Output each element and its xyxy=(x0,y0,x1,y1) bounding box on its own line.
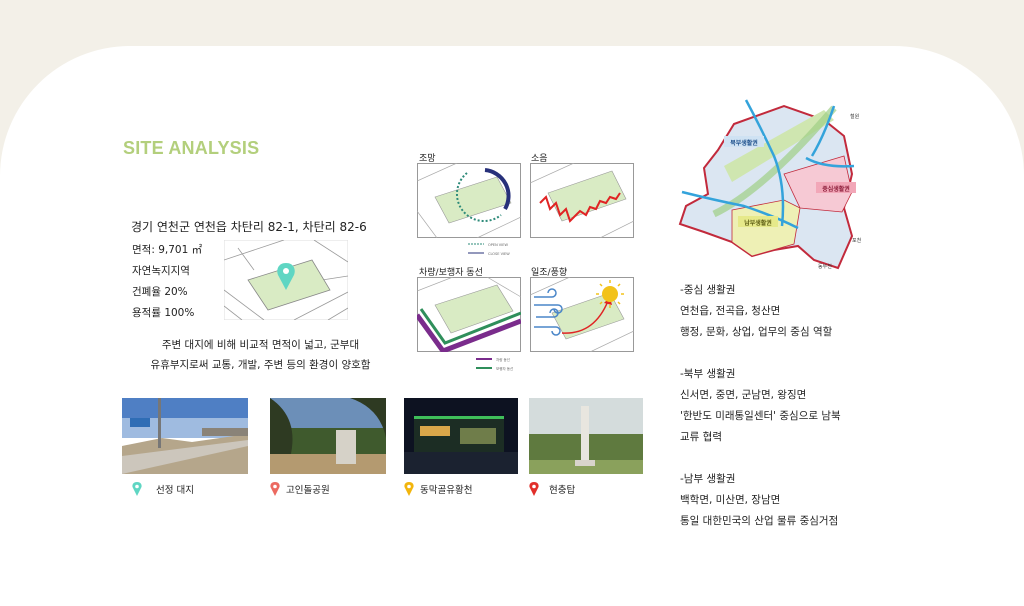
svg-text:남부생활권: 남부생활권 xyxy=(744,219,772,227)
place-label: 현충탑 xyxy=(549,485,576,496)
map-pin-icon xyxy=(270,482,280,496)
zone-north-line: 신서면, 중면, 군남면, 왕징면 xyxy=(680,389,807,401)
fact-coverage: 건폐율 20% xyxy=(132,286,188,298)
map-pin-icon xyxy=(404,482,414,496)
zone-center-line: 연천읍, 전곡읍, 청산면 xyxy=(680,305,781,317)
place-legend-dolmen: 고인돌공원 xyxy=(270,482,330,496)
place-legend-hotspring: 동막골유황천 xyxy=(404,482,472,496)
memorial-tower-photo xyxy=(529,398,643,474)
region-label-center: 중심생활권 xyxy=(816,182,856,193)
view-legend-close: CLOSE VIEW xyxy=(488,252,510,256)
traffic-diagram xyxy=(417,277,521,352)
site-photo xyxy=(122,398,248,474)
zone-south-line: 통일 대한민국의 산업 물류 중심거점 xyxy=(680,515,839,527)
place-label: 고인돌공원 xyxy=(286,485,330,496)
fact-zoning: 자연녹지지역 xyxy=(132,265,190,277)
site-location-map xyxy=(224,240,348,320)
zone-north-line: '한반도 미래통일센터' 중심으로 남북 xyxy=(680,410,841,422)
regional-map: 북부생활권 중심생활권 남부생활권 철원 포천 동두천 xyxy=(678,99,862,270)
site-facts: 면적: 9,701 ㎡ 자연녹지지역 건폐율 20% 용적률 100% xyxy=(132,240,202,324)
map-pin-icon xyxy=(529,482,539,496)
dolmen-park-photo xyxy=(270,398,386,474)
region-label-cheorwon: 철원 xyxy=(850,113,860,120)
site-description: 주변 대지에 비해 비교적 면적이 넓고, 군부대 유휴부지로써 교통, 개발,… xyxy=(128,335,393,375)
svg-text:중심생활권: 중심생활권 xyxy=(822,185,850,193)
svg-text:북부생활권: 북부생활권 xyxy=(730,139,758,147)
region-label-south: 남부생활권 xyxy=(738,216,778,227)
view-diagram xyxy=(417,163,521,238)
zone-north-title: -북부 생활권 xyxy=(680,368,736,380)
site-address: 경기 연천군 연천읍 차탄리 82-1, 차탄리 82-6 xyxy=(131,220,367,234)
page-title: SITE ANALYSIS xyxy=(123,138,260,158)
view-legend: OPEN VIEW CLOSE VIEW xyxy=(468,243,510,256)
zone-center-title: -중심 생활권 xyxy=(680,284,736,296)
map-pin-icon xyxy=(132,482,142,496)
place-label: 선정 대지 xyxy=(156,485,194,496)
traffic-legend: 차량 동선 보행자 동선 xyxy=(476,357,513,371)
place-legend-memorial: 현충탑 xyxy=(529,482,575,496)
region-label-north: 북부생활권 xyxy=(724,136,764,147)
place-legend-site: 선정 대지 xyxy=(132,482,194,496)
sun-wind-diagram xyxy=(530,277,634,352)
description-line-1: 주변 대지에 비해 비교적 면적이 넓고, 군부대 xyxy=(161,339,360,351)
zone-descriptions: -중심 생활권 연천읍, 전곡읍, 청산면 행정, 문화, 상업, 업무의 중심… xyxy=(680,280,841,532)
description-line-2: 유휴부지로써 교통, 개발, 주변 등의 환경이 양호함 xyxy=(150,359,371,371)
zone-center-line: 행정, 문화, 상업, 업무의 중심 역할 xyxy=(680,326,833,338)
fact-far: 용적률 100% xyxy=(132,307,195,319)
place-label: 동막골유황천 xyxy=(420,485,473,496)
zone-south-line: 백학면, 미산면, 장남면 xyxy=(680,494,781,506)
zone-north-line: 교류 협력 xyxy=(680,431,722,443)
view-legend-open: OPEN VIEW xyxy=(488,243,508,247)
noise-diagram xyxy=(530,163,634,238)
region-label-pocheon: 포천 xyxy=(852,237,862,244)
traffic-legend-car: 차량 동선 xyxy=(496,357,510,362)
region-label-dongducheon: 동두천 xyxy=(818,263,832,270)
zone-south-title: -남부 생활권 xyxy=(680,473,736,485)
hot-spring-photo xyxy=(404,398,518,474)
traffic-legend-pedestrian: 보행자 동선 xyxy=(496,366,513,371)
fact-area: 면적: 9,701 ㎡ xyxy=(132,244,203,256)
